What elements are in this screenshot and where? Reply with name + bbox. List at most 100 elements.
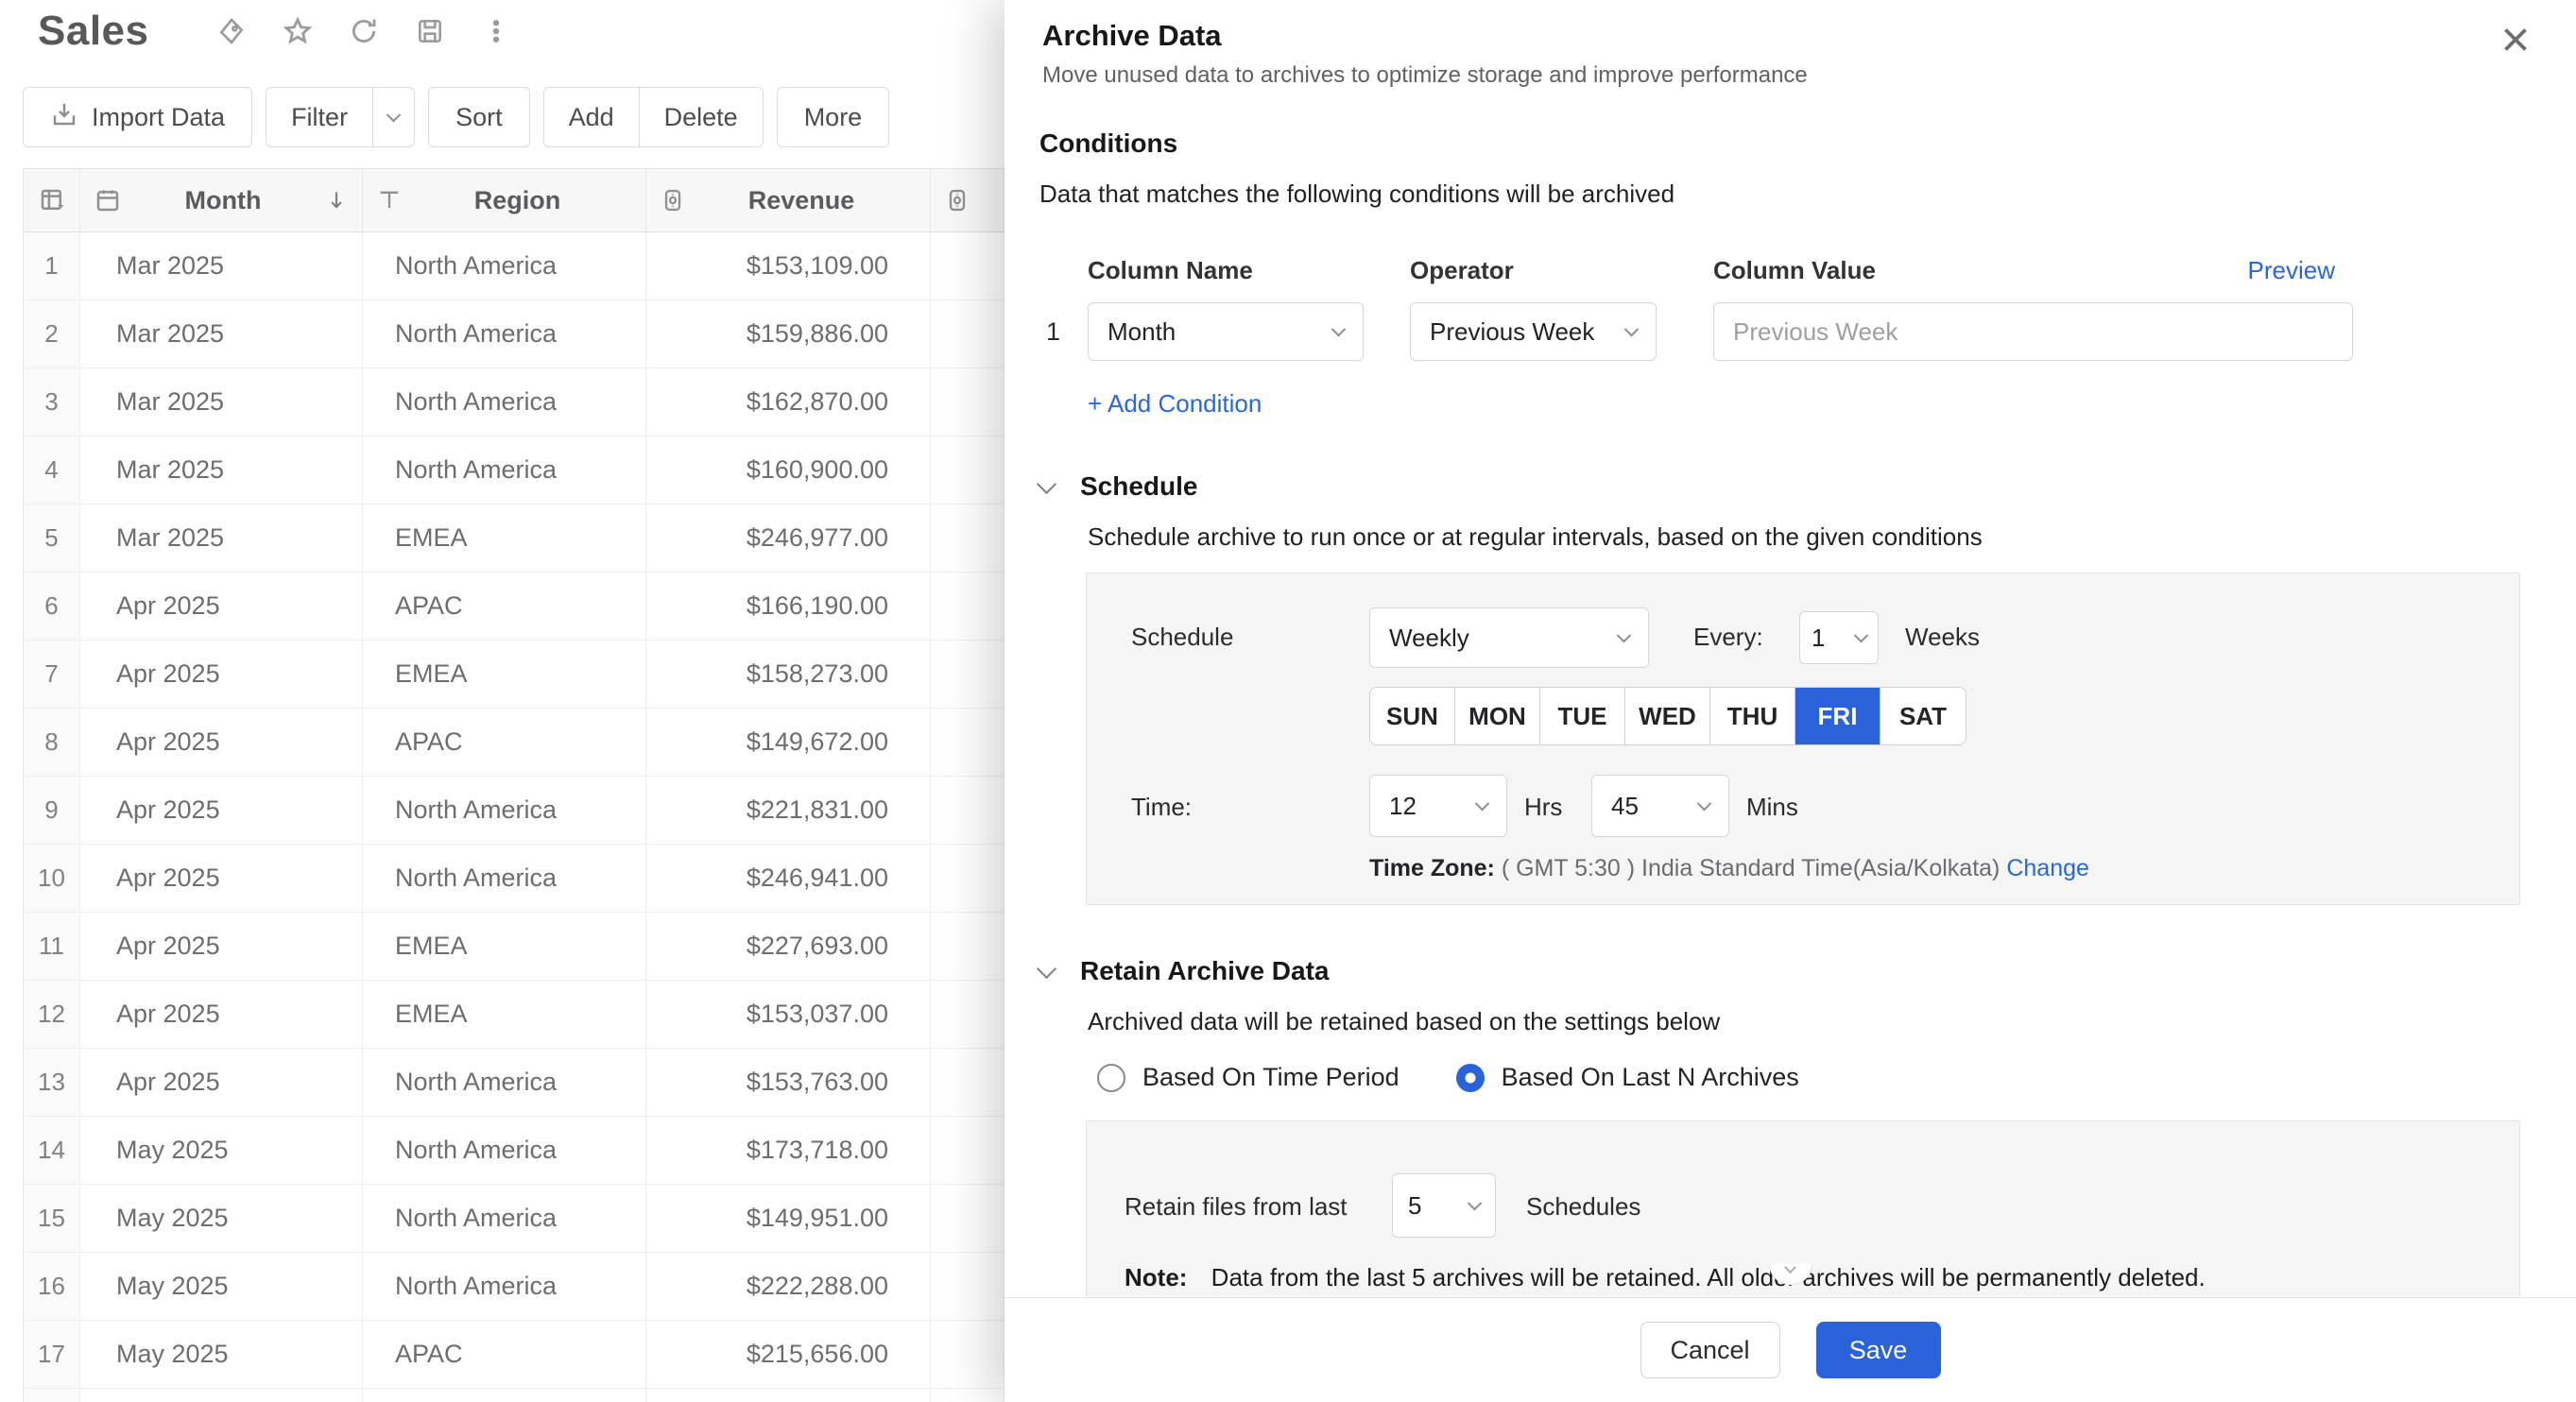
cell-month[interactable]: Apr 2025 — [80, 845, 363, 912]
cell-extra[interactable] — [931, 1321, 1005, 1388]
cell-extra[interactable] — [931, 913, 1005, 980]
add-condition-link[interactable]: + Add Condition — [1088, 389, 2520, 419]
cell-revenue[interactable] — [646, 1389, 931, 1402]
cell-extra[interactable] — [931, 232, 1005, 299]
cell-region[interactable]: EMEA — [363, 981, 646, 1048]
cell-revenue[interactable]: $162,870.00 — [646, 368, 931, 436]
cell-revenue[interactable]: $173,718.00 — [646, 1117, 931, 1184]
cell-extra[interactable] — [931, 1253, 1005, 1320]
import-data-button[interactable]: Import Data — [23, 87, 252, 147]
table-row[interactable]: 15May 2025North America$149,951.00 — [24, 1185, 1005, 1253]
interval-select[interactable]: 1 — [1799, 611, 1879, 664]
frequency-select[interactable]: Weekly — [1369, 607, 1649, 668]
cell-extra[interactable] — [931, 300, 1005, 368]
cell-region[interactable]: EMEA — [363, 913, 646, 980]
day-button-thu[interactable]: THU — [1710, 688, 1795, 744]
cell-revenue[interactable]: $160,900.00 — [646, 436, 931, 504]
table-row[interactable] — [24, 1389, 1005, 1402]
cell-region[interactable] — [363, 1389, 646, 1402]
day-button-wed[interactable]: WED — [1625, 688, 1710, 744]
header-cell-month[interactable]: Month — [80, 169, 363, 231]
table-row[interactable]: 7Apr 2025EMEA$158,273.00 — [24, 641, 1005, 709]
cell-revenue[interactable]: $153,763.00 — [646, 1049, 931, 1116]
delete-button[interactable]: Delete — [639, 88, 763, 146]
day-button-sun[interactable]: SUN — [1370, 688, 1455, 744]
day-button-sat[interactable]: SAT — [1880, 688, 1966, 744]
cell-region[interactable]: North America — [363, 1049, 646, 1116]
cell-revenue[interactable]: $149,951.00 — [646, 1185, 931, 1252]
cell-extra[interactable] — [931, 981, 1005, 1048]
radio-based-on-time-period[interactable]: Based On Time Period — [1097, 1063, 1400, 1092]
cell-revenue[interactable]: $153,109.00 — [646, 232, 931, 299]
cell-month[interactable]: May 2025 — [80, 1117, 363, 1184]
kebab-menu-icon[interactable] — [479, 14, 513, 48]
cell-revenue[interactable]: $222,288.00 — [646, 1253, 931, 1320]
cell-month[interactable]: Mar 2025 — [80, 232, 363, 299]
cell-revenue[interactable]: $153,037.00 — [646, 981, 931, 1048]
table-row[interactable]: 16May 2025North America$222,288.00 — [24, 1253, 1005, 1321]
minutes-select[interactable]: 45 — [1591, 775, 1729, 837]
table-row[interactable]: 2Mar 2025North America$159,886.00 — [24, 300, 1005, 368]
cell-region[interactable]: North America — [363, 368, 646, 436]
cell-region[interactable]: North America — [363, 1117, 646, 1184]
cell-revenue[interactable]: $221,831.00 — [646, 777, 931, 844]
cell-month[interactable]: Apr 2025 — [80, 573, 363, 640]
hours-select[interactable]: 12 — [1369, 775, 1507, 837]
cell-region[interactable]: North America — [363, 232, 646, 299]
header-cell-region[interactable]: Region — [363, 169, 646, 231]
cell-extra[interactable] — [931, 641, 1005, 708]
cell-extra[interactable] — [931, 777, 1005, 844]
cell-region[interactable]: APAC — [363, 573, 646, 640]
cell-region[interactable]: EMEA — [363, 504, 646, 572]
filter-button[interactable]: Filter — [266, 88, 372, 146]
cell-revenue[interactable]: $246,977.00 — [646, 504, 931, 572]
cell-month[interactable]: Apr 2025 — [80, 641, 363, 708]
cell-month[interactable]: Mar 2025 — [80, 368, 363, 436]
cell-revenue[interactable]: $227,693.00 — [646, 913, 931, 980]
cell-region[interactable]: North America — [363, 845, 646, 912]
day-button-tue[interactable]: TUE — [1540, 688, 1625, 744]
sort-button[interactable]: Sort — [428, 87, 530, 147]
cell-extra[interactable] — [931, 436, 1005, 504]
change-timezone-link[interactable]: Change — [2006, 855, 2089, 881]
table-row[interactable]: 10Apr 2025North America$246,941.00 — [24, 845, 1005, 913]
radio-based-on-last-n-archives[interactable]: Based On Last N Archives — [1456, 1063, 1799, 1092]
cell-month[interactable] — [80, 1389, 363, 1402]
cancel-button[interactable]: Cancel — [1640, 1322, 1780, 1378]
cell-region[interactable]: North America — [363, 1185, 646, 1252]
sort-descending-icon[interactable] — [324, 187, 349, 214]
save-icon[interactable] — [413, 14, 447, 48]
header-cell-revenue[interactable]: Revenue — [646, 169, 931, 231]
table-row[interactable]: 3Mar 2025North America$162,870.00 — [24, 368, 1005, 436]
day-button-mon[interactable]: MON — [1455, 688, 1540, 744]
day-button-fri[interactable]: FRI — [1795, 688, 1880, 744]
cell-extra[interactable] — [931, 1049, 1005, 1116]
cell-revenue[interactable]: $215,656.00 — [646, 1321, 931, 1388]
table-row[interactable]: 9Apr 2025North America$221,831.00 — [24, 777, 1005, 845]
table-row[interactable]: 17May 2025APAC$215,656.00 — [24, 1321, 1005, 1389]
cell-region[interactable]: North America — [363, 436, 646, 504]
collapse-chevron-icon[interactable] — [1037, 473, 1056, 493]
table-row[interactable]: 11Apr 2025EMEA$227,693.00 — [24, 913, 1005, 981]
cell-revenue[interactable]: $246,941.00 — [646, 845, 931, 912]
cell-extra[interactable] — [931, 1185, 1005, 1252]
table-row[interactable]: 14May 2025North America$173,718.00 — [24, 1117, 1005, 1185]
operator-select[interactable]: Previous Week — [1410, 302, 1657, 361]
table-row[interactable]: 8Apr 2025APAC$149,672.00 — [24, 709, 1005, 777]
retain-count-select[interactable]: 5 — [1392, 1173, 1496, 1238]
cell-month[interactable]: Mar 2025 — [80, 504, 363, 572]
cell-month[interactable]: Mar 2025 — [80, 436, 363, 504]
cell-month[interactable]: Mar 2025 — [80, 300, 363, 368]
cell-extra[interactable] — [931, 368, 1005, 436]
tag-icon[interactable] — [215, 14, 249, 48]
column-value-input[interactable] — [1713, 302, 2353, 361]
collapse-chevron-icon[interactable] — [1037, 958, 1056, 978]
star-icon[interactable] — [281, 14, 315, 48]
table-row[interactable]: 12Apr 2025EMEA$153,037.00 — [24, 981, 1005, 1049]
table-row[interactable]: 6Apr 2025APAC$166,190.00 — [24, 573, 1005, 641]
cell-region[interactable]: APAC — [363, 709, 646, 776]
cell-revenue[interactable]: $166,190.00 — [646, 573, 931, 640]
cell-extra[interactable] — [931, 1389, 1005, 1402]
filter-dropdown-toggle[interactable] — [372, 88, 414, 146]
cell-revenue[interactable]: $159,886.00 — [646, 300, 931, 368]
